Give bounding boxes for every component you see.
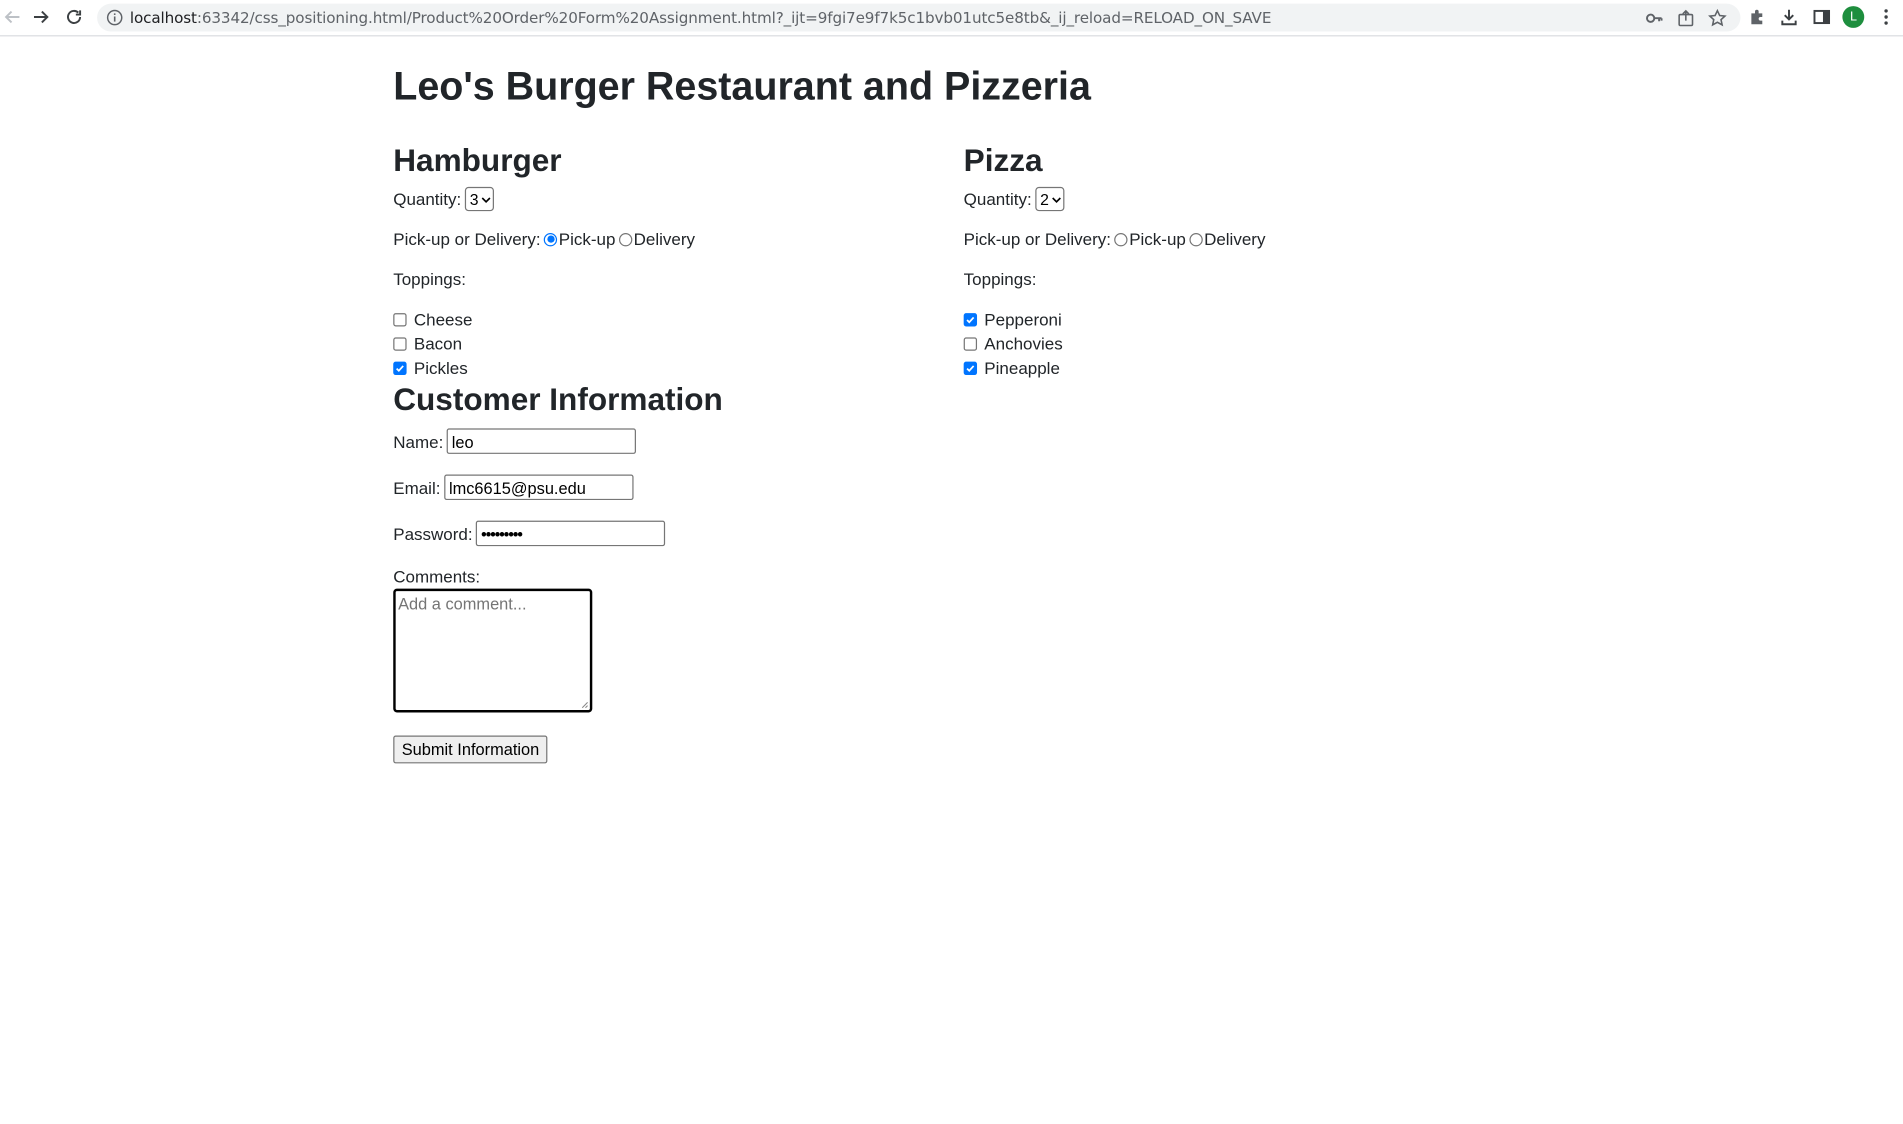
- pizza-quantity-row: Quantity: 2: [964, 186, 1065, 213]
- pickup-option-label[interactable]: Pick-up: [559, 229, 616, 248]
- topping-item: Pickles: [393, 357, 468, 379]
- topping-label[interactable]: Pickles: [414, 358, 468, 377]
- quantity-value: 3: [469, 189, 479, 209]
- pizza-toppings-label: Toppings:: [963, 269, 1037, 289]
- quantity-label: Quantity:: [393, 189, 462, 209]
- hamburger-toppings-label: Toppings:: [393, 269, 466, 289]
- topping-label[interactable]: Bacon: [414, 334, 462, 353]
- delivery-option-label[interactable]: Delivery: [634, 229, 695, 248]
- password-field[interactable]: •••••••••: [476, 520, 666, 547]
- hamburger-quantity-row: Quantity: 3: [393, 186, 495, 213]
- email-field[interactable]: lmc6615@psu.edu: [444, 474, 634, 501]
- comments-placeholder: Add a comment...: [398, 594, 527, 613]
- check-icon: [966, 316, 975, 323]
- hamburger-pickup-row: Pick-up or Delivery: Pick-up Delivery: [393, 228, 695, 250]
- pepperoni-checkbox[interactable]: [963, 312, 978, 326]
- pickles-checkbox[interactable]: [393, 361, 407, 375]
- pizza-delivery-radio[interactable]: [1189, 232, 1203, 246]
- hamburger-pickup-radio[interactable]: [544, 232, 558, 246]
- quantity-label: Quantity:: [963, 189, 1032, 209]
- topping-label[interactable]: Pepperoni: [984, 309, 1061, 328]
- check-icon: [966, 364, 975, 372]
- pizza-quantity-select[interactable]: 2: [1035, 186, 1065, 212]
- name-row: Name: leo: [393, 426, 637, 456]
- topping-item: Pepperoni: [963, 308, 1062, 330]
- delivery-option-label[interactable]: Delivery: [1204, 229, 1265, 248]
- comments-label: Comments:: [393, 566, 481, 587]
- name-label: Name:: [393, 431, 444, 451]
- url-host: localhost: [129, 8, 197, 27]
- pizza-pickup-radio[interactable]: [1114, 232, 1128, 246]
- pickup-delivery-label: Pick-up or Delivery:: [393, 229, 541, 249]
- url-path: :63342/css_positioning.html/Product%20Or…: [196, 8, 1272, 27]
- pizza-pickup-row: Pick-up or Delivery: Pick-up Delivery: [964, 228, 1266, 250]
- topping-label[interactable]: Pineapple: [984, 358, 1060, 377]
- key-icon[interactable]: [1645, 8, 1664, 27]
- profile-avatar[interactable]: L: [1842, 6, 1865, 28]
- hamburger-quantity-select[interactable]: 3: [464, 186, 495, 212]
- extensions-icon[interactable]: [1748, 7, 1767, 26]
- topping-item: Bacon: [393, 333, 462, 355]
- password-row: Password: •••••••••: [393, 518, 666, 548]
- pizza-heading: Pizza: [963, 142, 1043, 179]
- page-title: Leo's Burger Restaurant and Pizzeria: [393, 64, 1091, 109]
- name-field[interactable]: leo: [446, 428, 637, 454]
- reload-icon[interactable]: [62, 5, 86, 29]
- hamburger-delivery-radio[interactable]: [619, 232, 633, 246]
- topping-item: Anchovies: [963, 333, 1063, 355]
- info-icon[interactable]: [106, 8, 124, 26]
- pickup-delivery-label: Pick-up or Delivery:: [963, 229, 1111, 249]
- chevron-down-icon: [482, 196, 491, 203]
- address-bar[interactable]: localhost:63342/css_positioning.html/Pro…: [97, 3, 1741, 32]
- resize-handle-icon[interactable]: [580, 700, 588, 709]
- share-icon[interactable]: [1676, 8, 1695, 27]
- email-row: Email: lmc6615@psu.edu: [393, 472, 634, 502]
- anchovies-checkbox[interactable]: [963, 336, 978, 351]
- topping-label[interactable]: Anchovies: [984, 334, 1062, 353]
- comments-textarea[interactable]: Add a comment...: [393, 588, 593, 713]
- topping-item: Pineapple: [963, 357, 1060, 379]
- hamburger-heading: Hamburger: [393, 142, 562, 179]
- side-panel-icon[interactable]: [1812, 7, 1831, 26]
- pineapple-checkbox[interactable]: [963, 361, 978, 375]
- bacon-checkbox[interactable]: [393, 336, 407, 351]
- email-label: Email:: [393, 477, 441, 498]
- quantity-value: 2: [1040, 189, 1049, 209]
- check-icon: [396, 364, 404, 372]
- star-icon[interactable]: [1708, 8, 1727, 27]
- chevron-down-icon: [1052, 196, 1062, 203]
- forward-icon[interactable]: [29, 5, 53, 29]
- customer-info-heading: Customer Information: [393, 381, 723, 418]
- url-text: localhost:63342/css_positioning.html/Pro…: [129, 8, 1272, 27]
- browser-toolbar: localhost:63342/css_positioning.html/Pro…: [0, 0, 1903, 37]
- topping-item: Cheese: [393, 308, 472, 330]
- submit-button[interactable]: Submit Information: [393, 735, 548, 764]
- password-label: Password:: [393, 523, 473, 544]
- download-icon[interactable]: [1779, 7, 1798, 26]
- browser-window: localhost:63342/css_positioning.html/Pro…: [0, 0, 1903, 926]
- back-icon[interactable]: [0, 5, 24, 29]
- topping-label[interactable]: Cheese: [414, 309, 473, 328]
- pickup-option-label[interactable]: Pick-up: [1129, 229, 1186, 248]
- cheese-checkbox[interactable]: [393, 312, 407, 326]
- menu-icon[interactable]: [1876, 7, 1895, 26]
